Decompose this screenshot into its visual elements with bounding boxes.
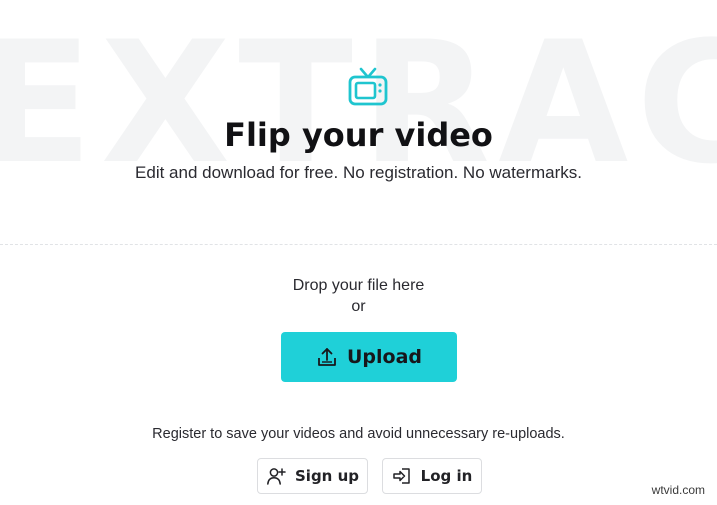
- user-plus-icon: [267, 468, 286, 485]
- log-in-label: Log in: [420, 467, 473, 485]
- upload-label: Upload: [346, 346, 423, 368]
- upload-button[interactable]: Upload: [281, 332, 457, 382]
- section-divider: [0, 244, 717, 245]
- watermark-text: wtvid.com: [651, 483, 705, 497]
- page-title: Flip your video: [224, 116, 493, 154]
- sign-up-label: Sign up: [295, 467, 359, 485]
- upload-icon: [318, 348, 336, 366]
- register-prompt: Register to save your videos and avoid u…: [152, 426, 565, 442]
- log-in-button[interactable]: Log in: [382, 458, 482, 494]
- drop-file-text: Drop your file here: [292, 277, 425, 294]
- or-text: or: [351, 298, 366, 315]
- sign-up-button[interactable]: Sign up: [257, 458, 368, 494]
- page-subtitle: Edit and download for free. No registrat…: [135, 163, 582, 182]
- login-icon: [392, 468, 410, 484]
- tv-icon: [348, 67, 388, 106]
